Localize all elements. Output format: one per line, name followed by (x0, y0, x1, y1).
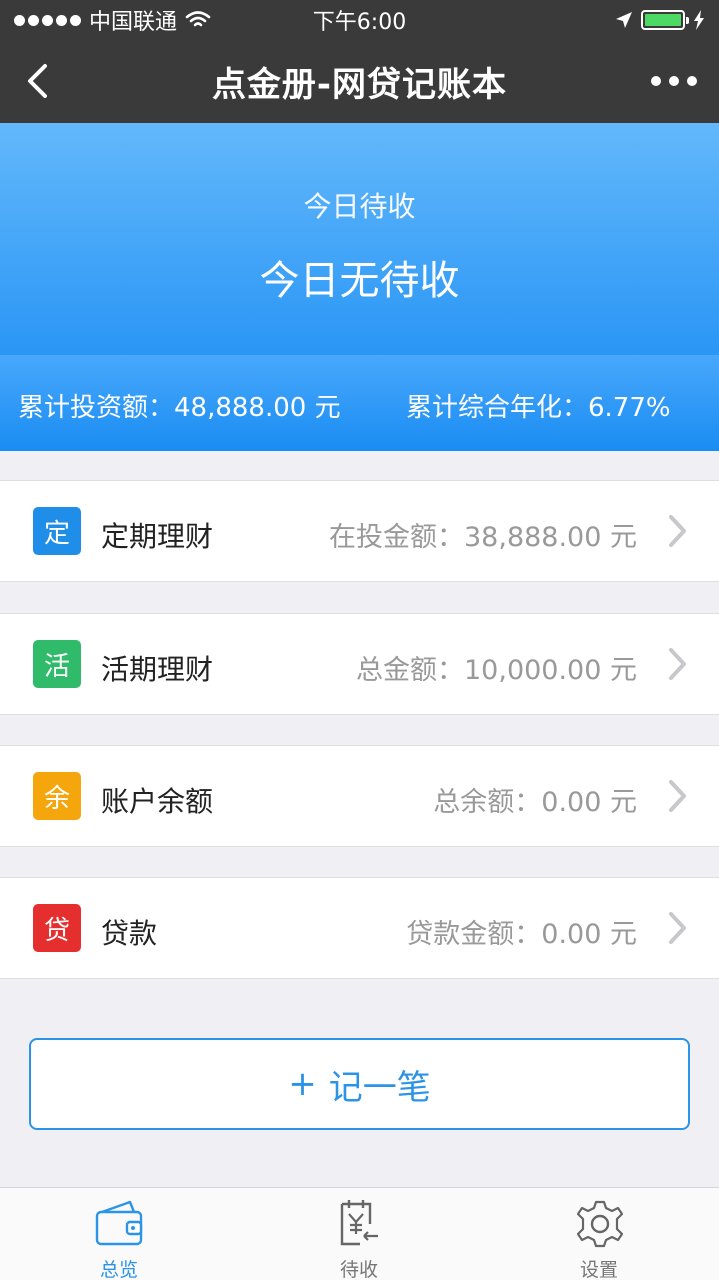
status-right (615, 10, 705, 30)
row-account-balance[interactable]: 余 账户余额 总余额：0.00 元 (0, 745, 719, 847)
chevron-right-icon (669, 780, 686, 812)
carrier-label: 中国联通 (89, 10, 178, 35)
wifi-icon (185, 11, 211, 27)
tab-overview[interactable]: 总览 (29, 1188, 209, 1280)
status-bar: 中国联通 下午6:00 (0, 0, 719, 40)
charging-bolt-icon (694, 10, 704, 30)
annualized-return: 累计综合年化：6.77% (406, 393, 671, 423)
chevron-left-icon (28, 64, 47, 98)
nav-bar: 点金册-网贷记账本 (0, 40, 719, 123)
add-record-button[interactable]: + 记一笔 (29, 1038, 690, 1130)
total-investment: 累计投资额：48,888.00 元 (18, 393, 341, 423)
add-record-label: 记一笔 (328, 1067, 431, 1108)
location-arrow-icon (616, 12, 632, 28)
more-dot-icon (669, 76, 679, 86)
more-dot-icon (651, 76, 661, 86)
receivable-icon (340, 1200, 378, 1246)
plus-icon: + (288, 1064, 317, 1104)
tab-receivable[interactable]: 待收 (269, 1188, 449, 1280)
battery-icon (641, 10, 689, 30)
row-title: 活期理财 (101, 653, 214, 686)
row-title: 账户余额 (101, 785, 214, 818)
chevron-right-icon (669, 648, 686, 680)
tab-label: 待收 (339, 1259, 378, 1280)
tab-bar: 总览 待收 设置 (0, 1187, 719, 1280)
wallet-icon (95, 1200, 143, 1246)
loan-icon: 贷 (33, 904, 81, 952)
more-button[interactable] (651, 68, 697, 94)
balance-icon: 余 (33, 772, 81, 820)
fixed-term-icon: 定 (33, 507, 81, 555)
investment-summary: 累计投资额：48,888.00 元 累计综合年化：6.77% (0, 355, 719, 451)
page-title: 点金册-网贷记账本 (211, 65, 508, 105)
gear-icon (576, 1200, 624, 1248)
tab-label: 设置 (579, 1259, 618, 1280)
row-value: 贷款金额：0.00 元 (406, 919, 637, 950)
signal-icon (14, 14, 81, 26)
more-dot-icon (687, 76, 697, 86)
row-value: 总金额：10,000.00 元 (356, 655, 637, 686)
row-title: 定期理财 (101, 520, 214, 553)
row-loan[interactable]: 贷 贷款 贷款金额：0.00 元 (0, 877, 719, 979)
row-title: 贷款 (101, 917, 158, 950)
row-value: 在投金额：38,888.00 元 (329, 522, 637, 553)
row-demand[interactable]: 活 活期理财 总金额：10,000.00 元 (0, 613, 719, 715)
today-receivable-panel: 今日待收 今日无待收 (0, 123, 719, 355)
tab-settings[interactable]: 设置 (509, 1188, 689, 1280)
today-receivable-label: 今日待收 (303, 190, 416, 223)
row-fixed-term[interactable]: 定 定期理财 在投金额：38,888.00 元 (0, 480, 719, 582)
chevron-right-icon (669, 912, 686, 944)
demand-icon: 活 (33, 640, 81, 688)
today-receivable-value: 今日无待收 (259, 258, 460, 304)
chevron-right-icon (669, 515, 686, 547)
back-button[interactable] (14, 58, 60, 104)
tab-label: 总览 (99, 1259, 138, 1280)
row-value: 总余额：0.00 元 (433, 787, 637, 818)
status-left: 中国联通 (14, 4, 211, 36)
